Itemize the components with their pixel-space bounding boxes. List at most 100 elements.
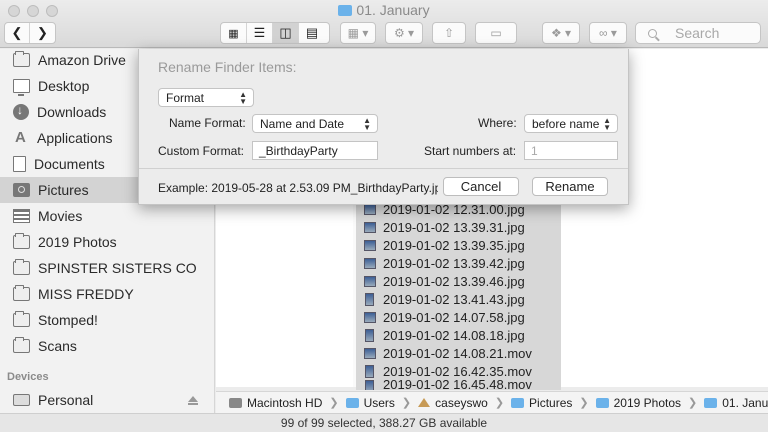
file-row[interactable]: 2019-01-02 13.41.43.jpg bbox=[356, 290, 561, 308]
sidebar-item-label: 2019 Photos bbox=[38, 234, 117, 250]
path-crumb-home[interactable]: caseyswo bbox=[418, 396, 488, 410]
infinity-icon: ∞ ▾ bbox=[599, 26, 617, 40]
column-view-button[interactable]: ◫ bbox=[273, 23, 299, 43]
custom-format-field[interactable]: _BirthdayParty bbox=[252, 141, 378, 160]
group-icon: ▦ ▾ bbox=[347, 26, 369, 40]
sidebar-item-stomped[interactable]: Stomped! bbox=[0, 307, 215, 333]
back-button[interactable]: ❮ bbox=[5, 23, 31, 43]
sidebar-item-label: Applications bbox=[37, 130, 113, 146]
eject-icon[interactable] bbox=[188, 396, 198, 405]
image-file-icon bbox=[365, 328, 374, 342]
grid-icon: ▦ bbox=[228, 27, 239, 40]
film-icon bbox=[13, 209, 30, 223]
folder-icon bbox=[13, 285, 30, 301]
document-icon bbox=[13, 156, 26, 172]
file-name: 2019-01-02 13.39.46.jpg bbox=[383, 273, 525, 289]
sheet-title: Rename Finder Items: bbox=[158, 59, 297, 75]
rename-sheet: Rename Finder Items: Format ▲ ▼ Name Form… bbox=[138, 49, 629, 205]
sidebar-item-2019-photos[interactable]: 2019 Photos bbox=[0, 229, 215, 255]
cancel-button[interactable]: Cancel bbox=[443, 177, 519, 196]
dropbox-button[interactable]: ❖ ▾ bbox=[542, 22, 580, 44]
file-row[interactable]: 2019-01-02 13.39.42.jpg bbox=[356, 254, 561, 272]
hard-drive-icon bbox=[229, 397, 242, 408]
folder-icon bbox=[13, 233, 30, 249]
dropbox-icon: ❖ ▾ bbox=[550, 26, 572, 40]
file-name: 2019-01-02 14.08.21.mov bbox=[383, 345, 532, 361]
file-row[interactable]: 2019-01-02 13.39.31.jpg bbox=[356, 218, 561, 236]
file-name: 2019-01-02 13.41.43.jpg bbox=[383, 291, 525, 307]
infinity-button[interactable]: ∞ ▾ bbox=[589, 22, 627, 44]
chevron-right-icon: ❯ bbox=[579, 397, 589, 409]
updown-arrows-icon: ▲ ▼ bbox=[363, 116, 371, 132]
sidebar-item-miss-freddy[interactable]: MISS FREDDY bbox=[0, 281, 215, 307]
file-row[interactable]: 2019-01-02 16.45.48.mov bbox=[356, 380, 561, 390]
sidebar-section-devices: Devices bbox=[7, 371, 49, 383]
status-bar: 99 of 99 selected, 388.27 GB available bbox=[0, 413, 768, 432]
sidebar-item-scans[interactable]: Scans bbox=[0, 333, 215, 359]
name-format-label: Name Format: bbox=[169, 116, 246, 130]
example-text: Example: 2019-05-28 at 2.53.09 PM_Birthd… bbox=[158, 181, 438, 195]
start-numbers-field[interactable]: 1 bbox=[524, 141, 618, 160]
image-file-icon bbox=[364, 221, 376, 233]
columns-icon: ◫ bbox=[279, 25, 292, 40]
chevron-right-icon: ❯ bbox=[37, 25, 48, 40]
path-crumb-01-january[interactable]: 01. January bbox=[704, 396, 768, 410]
sidebar-item-movies[interactable]: Movies bbox=[0, 203, 215, 229]
search-field[interactable]: Search bbox=[635, 22, 761, 44]
gallery-view-button[interactable]: ▤ bbox=[299, 23, 325, 43]
tags-button[interactable]: ▭ bbox=[475, 22, 517, 44]
sidebar-item-personal[interactable]: Personal bbox=[0, 387, 215, 413]
image-file-icon bbox=[364, 203, 376, 215]
rename-mode-select[interactable]: Format ▲ ▼ bbox=[158, 88, 254, 107]
image-file-icon bbox=[364, 275, 376, 287]
path-crumb-2019-photos[interactable]: 2019 Photos bbox=[595, 396, 681, 410]
sidebar-item-label: Movies bbox=[38, 208, 83, 224]
path-crumb-macintosh-hd[interactable]: Macintosh HD bbox=[229, 396, 322, 410]
file-name: 2019-01-02 14.07.58.jpg bbox=[383, 309, 525, 325]
group-by-button[interactable]: ▦ ▾ bbox=[340, 22, 376, 44]
folder-icon bbox=[345, 397, 359, 408]
action-button[interactable]: ⚙ ▾ bbox=[385, 22, 423, 44]
sidebar-item-label: Personal bbox=[38, 392, 94, 408]
folder-icon bbox=[13, 337, 30, 353]
path-bar: Macintosh HD ❯ Users ❯ caseyswo ❯ Pictur… bbox=[216, 391, 768, 413]
name-format-select[interactable]: Name and Date ▲ ▼ bbox=[252, 114, 378, 133]
forward-button[interactable]: ❯ bbox=[30, 23, 55, 43]
file-name: 2019-01-02 13.39.35.jpg bbox=[383, 237, 525, 253]
file-row[interactable]: 2019-01-02 14.07.58.jpg bbox=[356, 308, 561, 326]
view-mode-control: ▦ ☰ ◫ ▤ bbox=[220, 22, 330, 44]
folder-icon bbox=[511, 397, 525, 408]
desktop-icon bbox=[13, 79, 30, 96]
image-file-icon bbox=[364, 239, 376, 251]
rename-button[interactable]: Rename bbox=[532, 177, 608, 196]
share-button[interactable]: ⇧ bbox=[432, 22, 466, 44]
list-view-button[interactable]: ☰ bbox=[247, 23, 273, 43]
image-file-icon bbox=[364, 257, 376, 269]
share-icon: ⇧ bbox=[443, 26, 455, 40]
path-crumb-users[interactable]: Users bbox=[345, 396, 395, 410]
chevron-right-icon: ❯ bbox=[401, 397, 412, 409]
file-row[interactable]: 2019-01-02 14.08.21.mov bbox=[356, 344, 561, 362]
home-icon bbox=[418, 398, 431, 407]
file-row[interactable]: 2019-01-02 13.39.35.jpg bbox=[356, 236, 561, 254]
file-row[interactable]: 2019-01-02 14.08.18.jpg bbox=[356, 326, 561, 344]
search-placeholder: Search bbox=[675, 25, 720, 41]
icon-view-button[interactable]: ▦ bbox=[221, 23, 247, 43]
where-select[interactable]: before name ▲ ▼ bbox=[524, 114, 618, 133]
file-row[interactable]: 2019-01-02 16.42.35.mov bbox=[356, 362, 561, 380]
folder-icon bbox=[704, 397, 718, 408]
where-label: Where: bbox=[478, 116, 517, 130]
sidebar-item-label: Amazon Drive bbox=[38, 52, 126, 68]
sidebar-item-label: Desktop bbox=[38, 78, 90, 94]
sidebar-item-spinster-sisters-co[interactable]: SPINSTER SISTERS CO bbox=[0, 255, 215, 281]
disk-icon bbox=[13, 394, 30, 406]
gallery-icon: ▤ bbox=[305, 25, 319, 40]
file-row[interactable]: 2019-01-02 13.39.46.jpg bbox=[356, 272, 561, 290]
search-icon bbox=[648, 28, 657, 38]
path-crumb-pictures[interactable]: Pictures bbox=[511, 396, 572, 410]
folder-icon bbox=[595, 397, 609, 408]
sidebar-item-label: MISS FREDDY bbox=[38, 286, 134, 302]
camera-icon bbox=[13, 183, 30, 197]
file-name: 2019-01-02 16.42.35.mov bbox=[383, 363, 532, 379]
list-icon: ☰ bbox=[253, 25, 266, 40]
